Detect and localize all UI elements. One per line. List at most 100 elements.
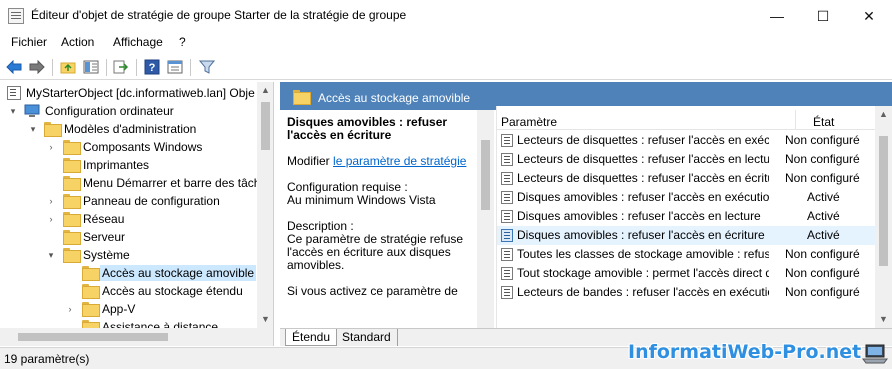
tree-item-label: Menu Démarrer et barre des tâch xyxy=(83,176,261,190)
tree-item-computer-configuration[interactable]: ▾ Configuration ordinateur xyxy=(0,102,260,120)
scroll-down-icon[interactable]: ▼ xyxy=(257,311,273,328)
tree-root-label: MyStarterObject [dc.informatiweb.lan] Ob… xyxy=(26,86,255,100)
back-arrow-icon[interactable] xyxy=(5,58,23,76)
scroll-thumb[interactable] xyxy=(18,333,168,341)
folder-icon xyxy=(63,194,81,209)
edit-policy-link[interactable]: le paramètre de stratégie xyxy=(333,154,466,168)
policy-row[interactable]: Toutes les classes de stockage amovible … xyxy=(497,245,875,264)
list-vertical-scrollbar[interactable]: ▲ ▼ xyxy=(875,106,892,328)
policy-row[interactable]: Lecteurs de disquettes : refuser l'accès… xyxy=(497,150,875,169)
tree-item-admin-templates[interactable]: ▾ Modèles d'administration xyxy=(0,120,260,138)
status-count: 19 paramètre(s) xyxy=(4,352,90,366)
requirements-text: Configuration requise : Au minimum Windo… xyxy=(287,180,436,207)
scroll-thumb[interactable] xyxy=(481,140,490,210)
expand-chevron-icon[interactable]: ▾ xyxy=(46,250,56,260)
policy-row[interactable]: Disques amovibles : refuser l'accès en é… xyxy=(497,226,875,245)
policy-state: Non configuré xyxy=(785,266,860,280)
tree-item-system[interactable]: ▾ Système xyxy=(0,246,260,264)
scroll-up-icon[interactable]: ▲ xyxy=(257,82,273,99)
folder-up-icon[interactable] xyxy=(59,58,77,76)
policy-name: Lecteurs de disquettes : refuser l'accès… xyxy=(517,152,769,166)
gpo-editor-app-icon xyxy=(8,8,24,24)
edit-policy-line: Modifier le paramètre de stratégie xyxy=(287,155,477,168)
tree-item-printers[interactable]: Imprimantes xyxy=(0,156,260,174)
folder-icon xyxy=(44,122,62,137)
tree-item-label: App-V xyxy=(102,302,136,316)
folder-icon xyxy=(82,302,100,317)
tree-item-windows-components[interactable]: › Composants Windows xyxy=(0,138,260,156)
expand-chevron-icon[interactable]: ▾ xyxy=(8,106,18,116)
tree-item-network[interactable]: › Réseau xyxy=(0,210,260,228)
policy-setting-icon xyxy=(501,248,513,261)
expand-chevron-icon[interactable]: › xyxy=(46,142,56,152)
scroll-up-icon[interactable]: ▲ xyxy=(875,106,892,123)
maximize-button[interactable]: ☐ xyxy=(800,0,846,32)
expand-chevron-icon[interactable]: › xyxy=(65,304,75,314)
tree-item-enhanced-storage-access[interactable]: Accès au stockage étendu xyxy=(0,282,260,300)
show-tree-icon[interactable] xyxy=(82,58,100,76)
tree-item-label: Configuration ordinateur xyxy=(45,104,174,118)
list-header: Paramètre État xyxy=(497,106,892,130)
policy-state: Non configuré xyxy=(785,247,860,261)
watermark-text: InformatiWeb-Pro.net xyxy=(628,341,862,363)
details-pane: Accès au stockage amovible Disques amovi… xyxy=(280,82,892,346)
tree-item-server[interactable]: Serveur xyxy=(0,228,260,246)
tree-horizontal-scrollbar[interactable] xyxy=(0,328,273,346)
tree-item-root[interactable]: MyStarterObject [dc.informatiweb.lan] Ob… xyxy=(0,84,260,102)
folder-icon xyxy=(63,140,81,155)
description-scrollbar[interactable] xyxy=(477,110,494,328)
policy-name: Tout stockage amovible : permet l'accès … xyxy=(517,266,769,280)
tree-item-label: Accès au stockage étendu xyxy=(102,284,243,298)
menu-help[interactable]: ? xyxy=(179,35,186,49)
policy-row[interactable]: Disques amovibles : refuser l'accès en l… xyxy=(497,207,875,226)
tree-vertical-scrollbar[interactable]: ▲ ▼ xyxy=(257,82,273,328)
toolbar-separator xyxy=(190,59,191,76)
column-separator[interactable] xyxy=(795,110,796,130)
tree-item-app-v[interactable]: › App-V xyxy=(0,300,260,318)
more-text: Si vous activez ce paramètre de xyxy=(287,284,458,298)
menu-fichier[interactable]: Fichier xyxy=(11,35,47,49)
export-list-icon[interactable] xyxy=(112,58,130,76)
expand-chevron-icon[interactable]: › xyxy=(46,196,56,206)
scroll-thumb[interactable] xyxy=(261,102,270,150)
policy-name: Lecteurs de disquettes : refuser l'accès… xyxy=(517,133,769,147)
column-header-setting[interactable]: Paramètre xyxy=(501,115,557,129)
policy-setting-icon xyxy=(501,172,513,185)
folder-icon xyxy=(63,176,81,191)
filter-icon[interactable] xyxy=(198,58,216,76)
forward-arrow-icon[interactable] xyxy=(28,58,46,76)
tree-item-control-panel[interactable]: › Panneau de configuration xyxy=(0,192,260,210)
menu-affichage[interactable]: Affichage xyxy=(113,35,163,49)
policy-name: Disques amovibles : refuser l'accès en e… xyxy=(517,190,769,204)
policy-row[interactable]: Lecteurs de bandes : refuser l'accès en … xyxy=(497,283,875,302)
tree-item-start-menu[interactable]: Menu Démarrer et barre des tâch xyxy=(0,174,260,192)
scroll-down-icon[interactable]: ▼ xyxy=(875,311,892,328)
policy-row[interactable]: Disques amovibles : refuser l'accès en e… xyxy=(497,188,875,207)
policy-row[interactable]: Tout stockage amovible : permet l'accès … xyxy=(497,264,875,283)
laptop-icon xyxy=(862,343,888,365)
menu-bar: Fichier Action Affichage ? xyxy=(0,32,892,52)
tree-item-removable-storage-access[interactable]: Accès au stockage amovible xyxy=(0,264,260,282)
toolbar-separator xyxy=(136,59,137,76)
policy-row[interactable]: Lecteurs de disquettes : refuser l'accès… xyxy=(497,169,875,188)
expand-chevron-icon[interactable]: ▾ xyxy=(28,124,38,134)
scroll-thumb[interactable] xyxy=(879,136,888,266)
policy-row[interactable]: Lecteurs de disquettes : refuser l'accès… xyxy=(497,131,875,150)
policy-setting-icon xyxy=(501,267,513,280)
tab-etendu[interactable]: Étendu xyxy=(285,329,338,346)
menu-action[interactable]: Action xyxy=(61,35,94,49)
policy-setting-icon xyxy=(501,191,513,204)
column-header-state[interactable]: État xyxy=(813,115,834,129)
minimize-button[interactable]: — xyxy=(754,0,800,32)
tree-item-label: Serveur xyxy=(83,230,126,244)
tree-item-label: Modèles d'administration xyxy=(64,122,197,136)
tree-item-remote-assistance[interactable]: Assistance à distance xyxy=(0,318,260,328)
close-button[interactable]: ✕ xyxy=(846,0,892,32)
help-icon[interactable]: ? xyxy=(143,58,161,76)
properties-icon[interactable] xyxy=(166,58,184,76)
expand-chevron-icon[interactable]: › xyxy=(46,214,56,224)
tab-standard[interactable]: Standard xyxy=(336,329,398,346)
gpo-object-icon xyxy=(7,86,21,100)
folder-icon xyxy=(82,284,100,299)
tree-item-label: Système xyxy=(83,248,130,262)
